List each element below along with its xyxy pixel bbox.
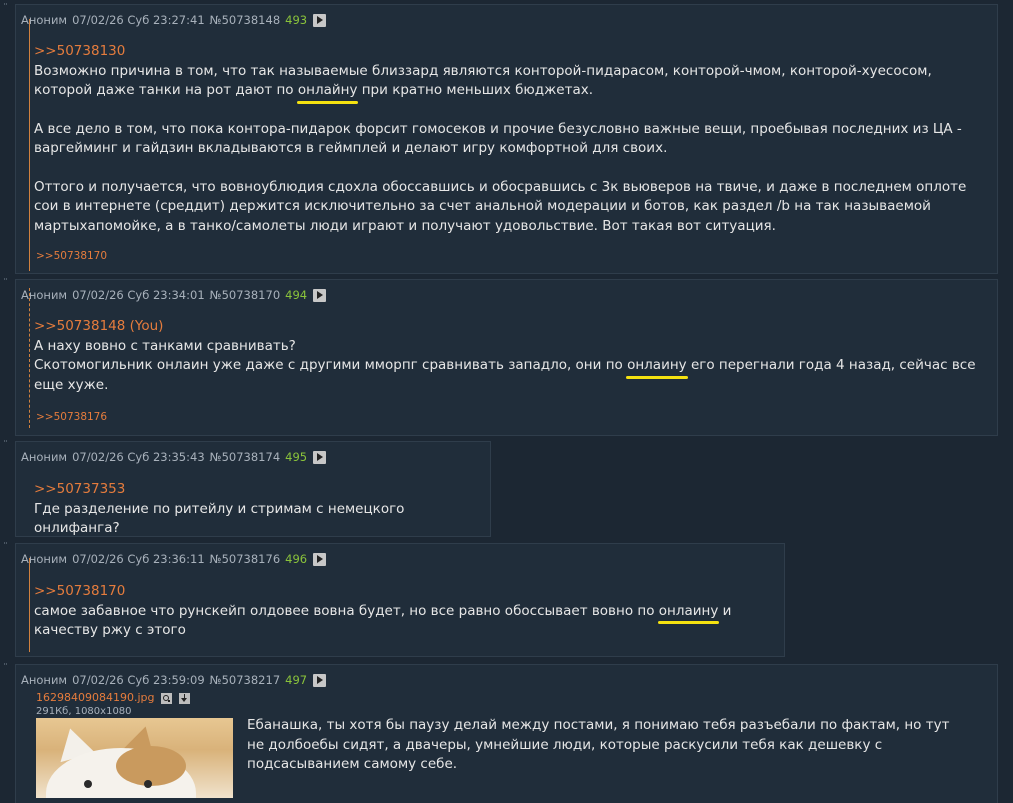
post-header: Аноним 07/02/26 Суб 23:36:11 №50738176 4…: [21, 552, 331, 566]
post-text: А все дело в том, что пока контора-пидар…: [34, 120, 962, 157]
post-author: Аноним: [21, 13, 68, 27]
reply-quote-link[interactable]: >>50738130: [34, 42, 985, 62]
backlink[interactable]: >>50738170: [36, 250, 107, 262]
post-number: 496: [285, 552, 308, 566]
post-text: Возможно причина в том, что так называем…: [34, 62, 985, 103]
post-date: 07/02/26 Суб 23:35:43: [72, 450, 205, 464]
post-author: Аноним: [21, 288, 68, 302]
post-text: А наху вовно с танками сравнивать?: [34, 337, 296, 354]
post-id-link[interactable]: №50738170: [210, 288, 281, 302]
post-body: >>50738130 Возможно причина в том, что т…: [34, 42, 985, 236]
file-info: 16298409084190.jpg 291Кб, 1080x1080: [36, 691, 190, 717]
post-date: 07/02/26 Суб 23:34:01: [72, 288, 205, 302]
post-id-link[interactable]: №50738148: [210, 13, 281, 27]
post-author: Аноним: [21, 673, 68, 687]
backlink[interactable]: >>50738176: [36, 411, 107, 423]
post-author: Аноним: [21, 450, 68, 464]
reply-indicator-line: [29, 558, 30, 652]
post-number: 497: [285, 673, 308, 687]
post-header: Аноним 07/02/26 Суб 23:59:09 №50738217 4…: [21, 673, 331, 687]
post-number: 495: [285, 450, 308, 464]
post-text: Скотомогильник онлаин уже даже с другими…: [34, 356, 976, 393]
highlighted-word: онлайну: [296, 81, 359, 103]
post-date: 07/02/26 Суб 23:36:11: [72, 552, 205, 566]
post-text: Оттого и получается, что вовноублюдия сд…: [34, 178, 967, 234]
post-body: >>50738170 самое забавное что рунскейп о…: [34, 582, 764, 641]
post-date: 07/02/26 Суб 23:27:41: [72, 13, 205, 27]
post-body: Ебанашка, ты хотя бы паузу делай между п…: [247, 716, 967, 775]
post-495: ¨ Аноним 07/02/26 Суб 23:35:43 №50738174…: [3, 440, 491, 539]
reply-quote-link[interactable]: >>50737353: [34, 480, 478, 500]
post-number: 494: [285, 288, 308, 302]
image-thumbnail[interactable]: [36, 718, 233, 798]
post-494: ¨ Аноним 07/02/26 Суб 23:34:01 №50738170…: [3, 278, 998, 436]
post-menu-dots[interactable]: ¨: [3, 440, 9, 451]
search-icon[interactable]: [161, 692, 172, 704]
play-icon[interactable]: [313, 13, 327, 27]
reply-quote-link[interactable]: >>50738148 (You): [34, 317, 985, 337]
post-text: Ебанашка, ты хотя бы паузу делай между п…: [247, 717, 950, 772]
post-id-link[interactable]: №50738174: [210, 450, 281, 464]
post-496: ¨ Аноним 07/02/26 Суб 23:36:11 №50738176…: [3, 542, 785, 657]
reply-indicator-line: [29, 288, 30, 428]
play-icon[interactable]: [313, 673, 327, 687]
post-header: Аноним 07/02/26 Суб 23:27:41 №50738148 4…: [21, 13, 331, 27]
play-icon[interactable]: [313, 450, 327, 464]
highlighted-word: онлаину: [657, 602, 719, 624]
file-name-link[interactable]: 16298409084190.jpg: [36, 691, 155, 704]
post-menu-dots[interactable]: ¨: [3, 3, 9, 14]
post-493: ¨ Аноним 07/02/26 Суб 23:27:41 №50738148…: [3, 3, 998, 274]
post-id-link[interactable]: №50738176: [210, 552, 281, 566]
post-header: Аноним 07/02/26 Суб 23:35:43 №50738174 4…: [21, 450, 331, 464]
post-body: >>50737353 Где разделение по ритейлу и с…: [34, 480, 478, 539]
post-number: 493: [285, 13, 308, 27]
highlighted-word: онлаину: [626, 356, 688, 378]
post-menu-dots[interactable]: ¨: [3, 663, 9, 674]
post-menu-dots[interactable]: ¨: [3, 542, 9, 553]
play-icon[interactable]: [313, 288, 327, 302]
post-date: 07/02/26 Суб 23:59:09: [72, 673, 205, 687]
post-text: Где разделение по ритейлу и стримам с не…: [34, 500, 405, 537]
file-meta: 291Кб, 1080x1080: [36, 706, 132, 717]
post-author: Аноним: [21, 552, 68, 566]
post-id-link[interactable]: №50738217: [210, 673, 281, 687]
post-body: >>50738148 (You) А наху вовно с танками …: [34, 317, 985, 395]
post-menu-dots[interactable]: ¨: [3, 278, 9, 289]
post-497: ¨ Аноним 07/02/26 Суб 23:59:09 №50738217…: [3, 663, 998, 803]
post-text: самое забавное что рунскейп олдовее вовн…: [34, 602, 732, 639]
reply-indicator-line: [29, 19, 30, 271]
reply-quote-link[interactable]: >>50738170: [34, 582, 764, 602]
download-icon[interactable]: [178, 692, 190, 704]
post-header: Аноним 07/02/26 Суб 23:34:01 №50738170 4…: [21, 288, 331, 302]
play-icon[interactable]: [313, 552, 327, 566]
